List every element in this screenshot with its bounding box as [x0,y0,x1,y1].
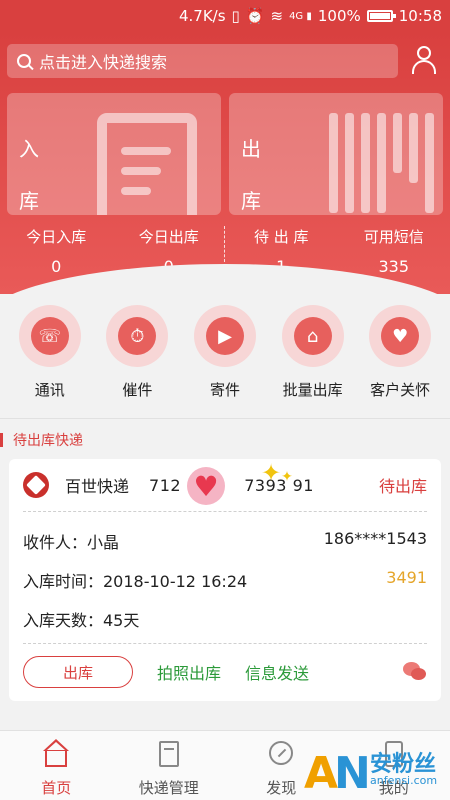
recipient-row: 收件人：小晶 186****1543 [23,529,427,553]
signal-icon: 4G ▮ [289,10,312,22]
nav-home[interactable]: 首页 [0,731,113,800]
nav-label: 首页 [41,779,72,797]
parcel-header: 百世快递 712 7393 91 待出库 [23,471,427,499]
wechat-icon[interactable] [403,660,427,684]
tracking-part: 712 [149,475,182,495]
action-urge[interactable]: ⏱ 催件 [97,305,177,410]
document-icon [97,113,197,215]
phone-chat-icon: ☏ [30,317,69,355]
parcel-actions: 出库 拍照出库 信息发送 [23,655,427,689]
action-label: 寄件 [209,381,240,399]
parcel-status: 待出库 [378,477,427,496]
barcode-icon [329,113,443,213]
signal-tag: 4G [289,10,304,22]
search-bar[interactable]: 点击进入快递搜索 [7,44,398,78]
battery-icon [366,10,396,22]
divider [0,418,450,419]
stock-out-button[interactable]: 出库 [23,656,133,688]
stock-in-time-row: 入库时间：2018-10-12 16:24 3491 [23,568,427,592]
action-label: 批量出库 [282,381,343,399]
pickup-code: 3491 [386,568,427,587]
header-area: 点击进入快递搜索 入 库 出 库 今日入库 0 今日出库 待 出 库 可用短信 … [0,32,450,294]
action-contact[interactable]: ☏ 通讯 [10,305,90,410]
stock-out-label-1: 出 [241,137,261,161]
sparkle-icon: ✦✦ [261,459,293,487]
watermark-url: anfensi.com [370,774,438,787]
stat-title: 今日入库 [26,228,87,246]
courier-name: 百世快递 [65,477,130,496]
alarm-icon: ⏰ [245,7,265,25]
stat-title: 待 出 库 [253,228,309,246]
stock-days-row: 入库天数：45天 [23,607,427,631]
stat-title: 今日出库 [138,228,199,246]
stock-in-card[interactable]: 入 库 [7,93,221,215]
action-label: 通讯 [34,381,65,399]
battery-percent: 100% [317,7,361,25]
nav-parcel-management[interactable]: 快递管理 [113,731,226,800]
courier-logo-icon [23,472,49,498]
action-label: 催件 [122,381,153,399]
stock-in-label-2: 库 [19,189,39,213]
stat-title: 可用短信 [363,228,424,246]
dashed-divider [23,511,427,512]
dashed-divider [23,643,427,644]
heart-hand-icon: ♥ [381,317,420,355]
watermark-letter: N [334,748,371,799]
clock: 10:58 [398,7,442,25]
wifi-icon: ≋ [270,7,284,25]
stats-divider [224,226,225,262]
parcel-management-icon [154,739,184,769]
discover-icon [266,739,296,769]
stock-in-label-1: 入 [19,137,39,161]
search-placeholder: 点击进入快递搜索 [39,53,168,72]
watermark-letter: A [304,748,339,799]
stock-days: 入库天数：45天 [23,611,140,630]
net-speed: 4.7K/s [178,7,226,25]
section-accent-bar [0,433,3,447]
parcel-card[interactable]: 百世快递 712 7393 91 待出库 ♥ ✦✦ 收件人：小晶 186****… [9,459,441,701]
watermark-logo: A N 安粉丝 anfensi.com [300,738,450,800]
nav-label: 快递管理 [138,779,199,797]
action-label: 客户关怀 [370,381,431,399]
recipient-phone: 186****1543 [323,529,427,548]
send-message-link[interactable]: 信息发送 [245,660,309,684]
photo-stock-out-link[interactable]: 拍照出库 [157,660,221,684]
recipient: 收件人：小晶 [23,533,120,552]
home-icon [41,739,71,769]
heart-sticker-icon: ♥ [187,467,225,505]
action-send[interactable]: ▶ 寄件 [185,305,265,410]
alarm-clock-icon: ⏱ [118,317,157,355]
section-header: 待出库快递 [0,430,83,450]
stock-in-time: 入库时间：2018-10-12 16:24 [23,572,248,591]
stat-today-in[interactable]: 今日入库 0 [0,222,113,277]
truck-icon: ▶ [205,317,244,355]
status-bar: 4.7K/s ▯ ⏰ ≋ 4G ▮ 100% 10:58 [0,0,450,32]
section-title: 待出库快递 [13,433,83,449]
quick-actions: ☏ 通讯 ⏱ 催件 ▶ 寄件 ⌂ 批量出库 ♥ 客户关怀 [0,305,450,410]
action-batch-out[interactable]: ⌂ 批量出库 [273,305,353,410]
action-customer-care[interactable]: ♥ 客户关怀 [360,305,440,410]
search-icon [17,54,31,68]
tracking-part: 91 [292,475,314,495]
stock-out-label-2: 库 [241,189,261,213]
vibrate-icon: ▯ [231,7,240,25]
stat-sms[interactable]: 可用短信 335 [338,222,450,277]
user-icon[interactable] [412,46,436,74]
warehouse-icon: ⌂ [293,317,332,355]
stock-out-card[interactable]: 出 库 [229,93,443,215]
